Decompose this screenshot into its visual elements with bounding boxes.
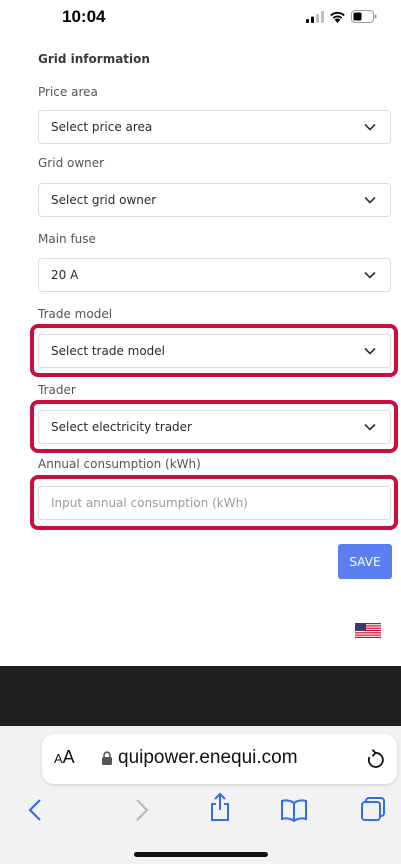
page-footer — [0, 666, 401, 726]
price-area-label: Price area — [38, 85, 98, 99]
annual-consumption-placeholder: Input annual consumption (kWh) — [51, 496, 248, 510]
browser-toolbar: AA quipower.enequi.com — [0, 726, 401, 864]
address-bar[interactable]: AA quipower.enequi.com — [42, 734, 397, 784]
save-button[interactable]: SAVE — [338, 544, 392, 579]
share-icon[interactable] — [209, 792, 231, 822]
cellular-signal-icon — [306, 10, 324, 23]
trader-label: Trader — [38, 383, 76, 397]
annual-consumption-label: Annual consumption (kWh) — [38, 457, 201, 471]
back-icon[interactable] — [28, 798, 42, 822]
home-indicator — [134, 852, 268, 857]
grid-owner-select[interactable]: Select grid owner — [38, 183, 391, 217]
trader-select[interactable]: Select electricity trader — [38, 410, 391, 444]
main-fuse-label: Main fuse — [38, 232, 96, 246]
trade-model-label: Trade model — [38, 307, 113, 321]
annual-consumption-input[interactable]: Input annual consumption (kWh) — [38, 486, 391, 520]
text-size-button[interactable]: AA — [54, 747, 75, 768]
grid-owner-label: Grid owner — [38, 156, 105, 170]
tabs-icon[interactable] — [360, 796, 386, 822]
us-flag-icon[interactable] — [355, 623, 381, 638]
lock-icon — [102, 751, 112, 765]
trade-model-value: Select trade model — [51, 344, 166, 358]
chevron-down-icon — [364, 123, 376, 131]
trade-model-select[interactable]: Select trade model — [38, 334, 391, 368]
chevron-down-icon — [364, 271, 376, 279]
chevron-down-icon — [364, 347, 376, 355]
bookmarks-icon[interactable] — [280, 798, 308, 822]
forward-icon[interactable] — [135, 798, 149, 822]
status-time: 10:04 — [62, 7, 106, 26]
battery-icon — [351, 10, 377, 23]
grid-information-form: Grid information Price area Select price… — [0, 36, 401, 666]
grid-owner-value: Select grid owner — [51, 193, 157, 207]
chevron-down-icon — [364, 423, 376, 431]
status-icons — [306, 10, 377, 23]
reload-icon[interactable] — [365, 748, 385, 770]
price-area-select[interactable]: Select price area — [38, 110, 391, 144]
section-title: Grid information — [38, 52, 150, 66]
trader-value: Select electricity trader — [51, 420, 192, 434]
price-area-value: Select price area — [51, 120, 153, 134]
main-fuse-value: 20 A — [51, 268, 79, 282]
wifi-icon — [330, 11, 345, 23]
status-bar: 10:04 — [0, 0, 401, 36]
url-text[interactable]: quipower.enequi.com — [118, 747, 298, 769]
main-fuse-select[interactable]: 20 A — [38, 258, 391, 292]
chevron-down-icon — [364, 196, 376, 204]
